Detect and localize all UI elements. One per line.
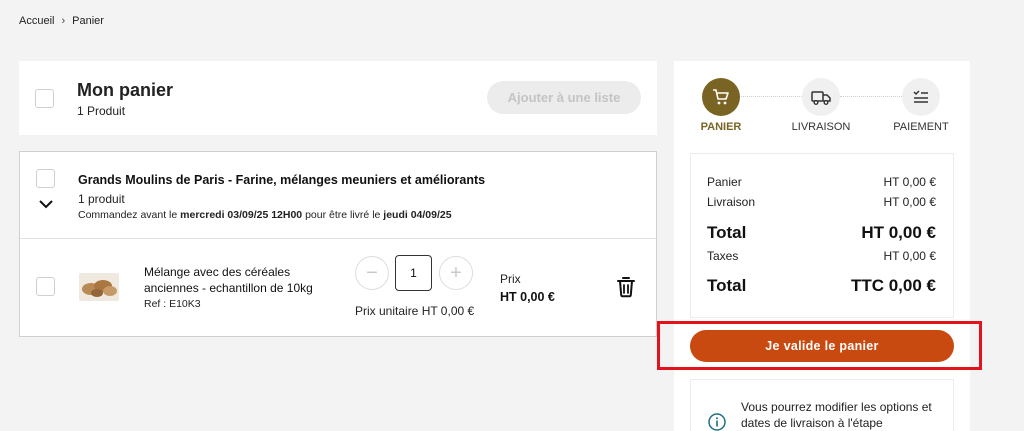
quantity-increase-button[interactable]: + [439,256,473,290]
product-image[interactable] [79,273,119,301]
summary-value: HT 0,00 € [883,249,936,263]
product-name[interactable]: Mélange avec des céréales anciennes - ec… [144,264,334,296]
summary-value: TTC 0,00 € [850,276,936,295]
step-label-panier: PANIER [700,121,742,133]
breadcrumb-home-link[interactable]: Accueil [19,15,54,27]
summary-value: HT 0,00 € [883,175,936,189]
step-label-livraison: LIVRAISON [791,121,851,133]
summary-label: Total [707,276,747,295]
quantity-input[interactable] [395,255,432,291]
step-panier[interactable] [702,78,740,116]
step-connector [840,96,902,97]
delivery-date: jeudi 04/09/25 [383,209,452,221]
summary-row-livraison: Livraison HT 0,00 € [707,195,936,209]
step-label-paiement: PAIEMENT [893,121,949,133]
select-all-checkbox[interactable] [35,89,54,108]
breadcrumb-current: Panier [72,15,104,27]
summary-label: Livraison [707,195,756,209]
supplier-group: Grands Moulins de Paris - Farine, mélang… [19,151,657,337]
order-prefix: Commandez avant le [78,209,178,221]
supplier-name: Grands Moulins de Paris - Farine, mélang… [78,173,486,187]
trash-icon[interactable] [616,276,636,298]
quantity-decrease-button[interactable]: − [355,256,389,290]
summary-value: HT 0,00 € [883,195,936,209]
step-livraison[interactable] [802,78,840,116]
cart-icon [713,89,729,105]
summary-value: HT 0,00 € [861,223,936,242]
page-title: Mon panier [77,80,174,100]
info-icon [708,413,726,431]
step-paiement[interactable] [902,78,940,116]
add-to-list-button[interactable]: Ajouter à une liste [487,81,641,114]
cart-header: Mon panier 1 Produit Ajouter à une liste [19,61,657,135]
truck-icon [811,91,831,105]
summary-row-taxes: Taxes HT 0,00 € [707,249,936,263]
breadcrumb: Accueil › Panier [19,15,104,27]
product-checkbox[interactable] [36,277,55,296]
checklist-icon [913,90,928,103]
product-ref: Ref : E10K3 [144,298,201,310]
supplier-checkbox[interactable] [36,169,55,188]
summary-row-total-ht: Total HT 0,00 € [707,223,936,243]
supplier-product-count: 1 produit [78,192,125,206]
summary-row-panier: Panier HT 0,00 € [707,175,936,189]
breadcrumb-separator-icon: › [61,15,66,27]
validate-cart-button[interactable]: Je valide le panier [690,330,954,362]
price-label: Prix [500,272,521,286]
delivery-info-text: Vous pourrez modifier les options et dat… [741,400,932,430]
divider [20,238,656,239]
order-deadline-text: Commandez avant le mercredi 03/09/25 12H… [78,209,452,221]
order-summary: Panier HT 0,00 € Livraison HT 0,00 € Tot… [690,153,954,318]
step-connector [741,96,802,97]
price-value: HT 0,00 € [500,290,555,304]
delivery-info-box: Vous pourrez modifier les options et dat… [690,379,954,431]
chevron-down-icon[interactable] [38,198,54,210]
unit-price: Prix unitaire HT 0,00 € [355,304,475,318]
order-middle: pour être livré le [305,209,381,221]
summary-label: Panier [707,175,742,189]
cart-product-count: 1 Produit [77,104,126,118]
summary-row-total-ttc: Total TTC 0,00 € [707,276,936,296]
summary-label: Taxes [707,249,739,263]
order-deadline: mercredi 03/09/25 12H00 [180,209,303,221]
summary-label: Total [707,223,747,242]
